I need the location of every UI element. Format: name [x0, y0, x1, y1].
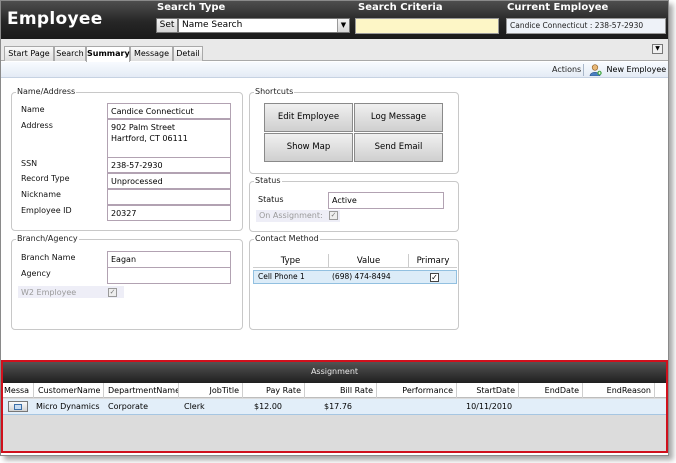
branch-name-label: Branch Name — [21, 253, 76, 262]
assignment-panel: Assignment Messa CustomerName Department… — [1, 360, 668, 453]
status-label: Status — [258, 195, 284, 204]
branch-agency-group: Branch/Agency Branch Name Eagan Agency W… — [11, 234, 243, 330]
new-employee-button[interactable]: New Employee — [589, 63, 666, 77]
shortcuts-title: Shortcuts — [254, 87, 295, 96]
primary-checkbox[interactable]: ✓ — [430, 273, 439, 282]
nickname-label: Nickname — [21, 190, 61, 199]
cell-bill-rate: $17.76 — [324, 402, 352, 411]
table-row[interactable]: Micro Dynamics Corporate Clerk $12.00 $1… — [3, 399, 666, 415]
address-line2: Hartford, CT 06111 — [111, 134, 188, 143]
search-criteria-input[interactable] — [355, 18, 499, 34]
current-employee-label: Current Employee — [507, 2, 609, 13]
name-field[interactable]: Candice Connecticut — [107, 103, 231, 119]
col-end-reason[interactable]: EndReason — [583, 383, 655, 398]
contact-method-group: Contact Method Type Value Primary Cell P… — [249, 234, 459, 330]
actions-menu[interactable]: Actions — [552, 65, 581, 74]
status-field[interactable]: Active — [328, 192, 444, 209]
cell-department-name: Corporate — [108, 402, 148, 411]
col-start-date[interactable]: StartDate — [457, 383, 519, 398]
assignment-empty-area — [3, 416, 666, 451]
w2-employee-label: W2 Employee — [21, 288, 77, 297]
send-email-button[interactable]: Send Email — [354, 133, 443, 162]
message-grid-icon[interactable] — [8, 401, 28, 412]
col-end-date[interactable]: EndDate — [519, 383, 583, 398]
app-title: Employee — [7, 9, 103, 29]
assignment-column-headers: Messa CustomerName DepartmentName JobTit… — [3, 383, 666, 398]
header-bar: Employee Search Type Search Criteria Cur… — [1, 1, 668, 39]
tab-bar: Start Page Search Summary Message Detail… — [1, 39, 668, 62]
col-customer-name[interactable]: CustomerName — [34, 383, 104, 398]
address-label: Address — [21, 121, 53, 130]
search-type-select[interactable]: Name Search ▼ — [178, 18, 350, 33]
contact-value-header[interactable]: Value — [329, 254, 409, 268]
edit-employee-button[interactable]: Edit Employee — [264, 103, 353, 132]
cell-job-title: Clerk — [184, 402, 205, 411]
contact-primary-header[interactable]: Primary — [409, 254, 457, 268]
contact-type-header[interactable]: Type — [253, 254, 329, 268]
cell-customer-name: Micro Dynamics — [36, 402, 100, 411]
cell-pay-rate: $12.00 — [254, 402, 282, 411]
current-employee-value: Candice Connecticut : 238-57-2930 — [506, 18, 666, 34]
record-type-label: Record Type — [21, 174, 70, 183]
address-line1: 902 Palm Street — [111, 123, 176, 132]
name-address-group: Name/Address Name Candice Connecticut Ad… — [11, 87, 243, 231]
log-message-button[interactable]: Log Message — [354, 103, 443, 132]
record-type-field[interactable]: Unprocessed — [107, 173, 231, 189]
ssn-label: SSN — [21, 159, 38, 168]
status-title: Status — [254, 176, 282, 185]
show-map-button[interactable]: Show Map — [264, 133, 353, 162]
name-label: Name — [21, 105, 45, 114]
employee-id-label: Employee ID — [21, 206, 72, 215]
ssn-field[interactable]: 238-57-2930 — [107, 157, 231, 173]
contact-method-title: Contact Method — [254, 234, 320, 243]
set-button[interactable]: Set — [156, 18, 178, 33]
employee-window: Employee Search Type Search Criteria Cur… — [0, 0, 669, 456]
tab-message[interactable]: Message — [130, 46, 173, 61]
tab-search[interactable]: Search — [54, 46, 86, 61]
branch-agency-title: Branch/Agency — [16, 234, 79, 243]
shortcuts-group: Shortcuts Edit Employee Log Message Show… — [249, 87, 459, 174]
col-bill-rate[interactable]: Bill Rate — [305, 383, 377, 398]
address-field[interactable]: 902 Palm Street Hartford, CT 06111 — [107, 119, 231, 159]
cell-start-date: 10/11/2010 — [466, 402, 513, 411]
contact-value-cell: (698) 474-8494 — [332, 272, 391, 281]
on-assignment-label: On Assignment: — [259, 211, 323, 220]
branch-name-field[interactable]: Eagan — [107, 251, 231, 268]
col-department-name[interactable]: DepartmentName — [104, 383, 179, 398]
on-assignment-checkbox[interactable]: ✓ — [329, 211, 338, 220]
assignment-title: Assignment — [3, 362, 666, 383]
agency-label: Agency — [21, 269, 51, 278]
table-row[interactable]: Cell Phone 1 (698) 474-8494 ✓ — [253, 270, 457, 284]
new-employee-label: New Employee — [606, 65, 667, 74]
tab-menu-icon[interactable]: ▼ — [652, 44, 663, 54]
agency-field[interactable] — [107, 267, 231, 284]
employee-id-field[interactable]: 20327 — [107, 205, 231, 221]
col-performance[interactable]: Performance — [377, 383, 457, 398]
new-person-icon — [589, 63, 602, 76]
tab-summary[interactable]: Summary — [86, 46, 130, 62]
name-address-title: Name/Address — [16, 87, 77, 96]
search-criteria-label: Search Criteria — [358, 2, 443, 13]
col-message[interactable]: Messa — [4, 383, 34, 398]
toolbar-separator — [583, 64, 584, 76]
contact-type-cell: Cell Phone 1 — [258, 272, 305, 281]
col-job-title[interactable]: JobTitle — [179, 383, 243, 398]
col-pay-rate[interactable]: Pay Rate — [243, 383, 305, 398]
nickname-field[interactable] — [107, 189, 231, 205]
w2-employee-checkbox[interactable]: ✓ — [108, 288, 117, 297]
search-type-label: Search Type — [157, 2, 226, 13]
status-group: Status Status Active On Assignment: ✓ — [249, 176, 459, 232]
tab-start-page[interactable]: Start Page — [4, 46, 54, 61]
tab-detail[interactable]: Detail — [173, 46, 203, 61]
dropdown-arrow-icon[interactable]: ▼ — [337, 19, 349, 32]
action-bar: Actions New Employee — [1, 62, 668, 78]
search-type-value: Name Search — [182, 20, 243, 30]
